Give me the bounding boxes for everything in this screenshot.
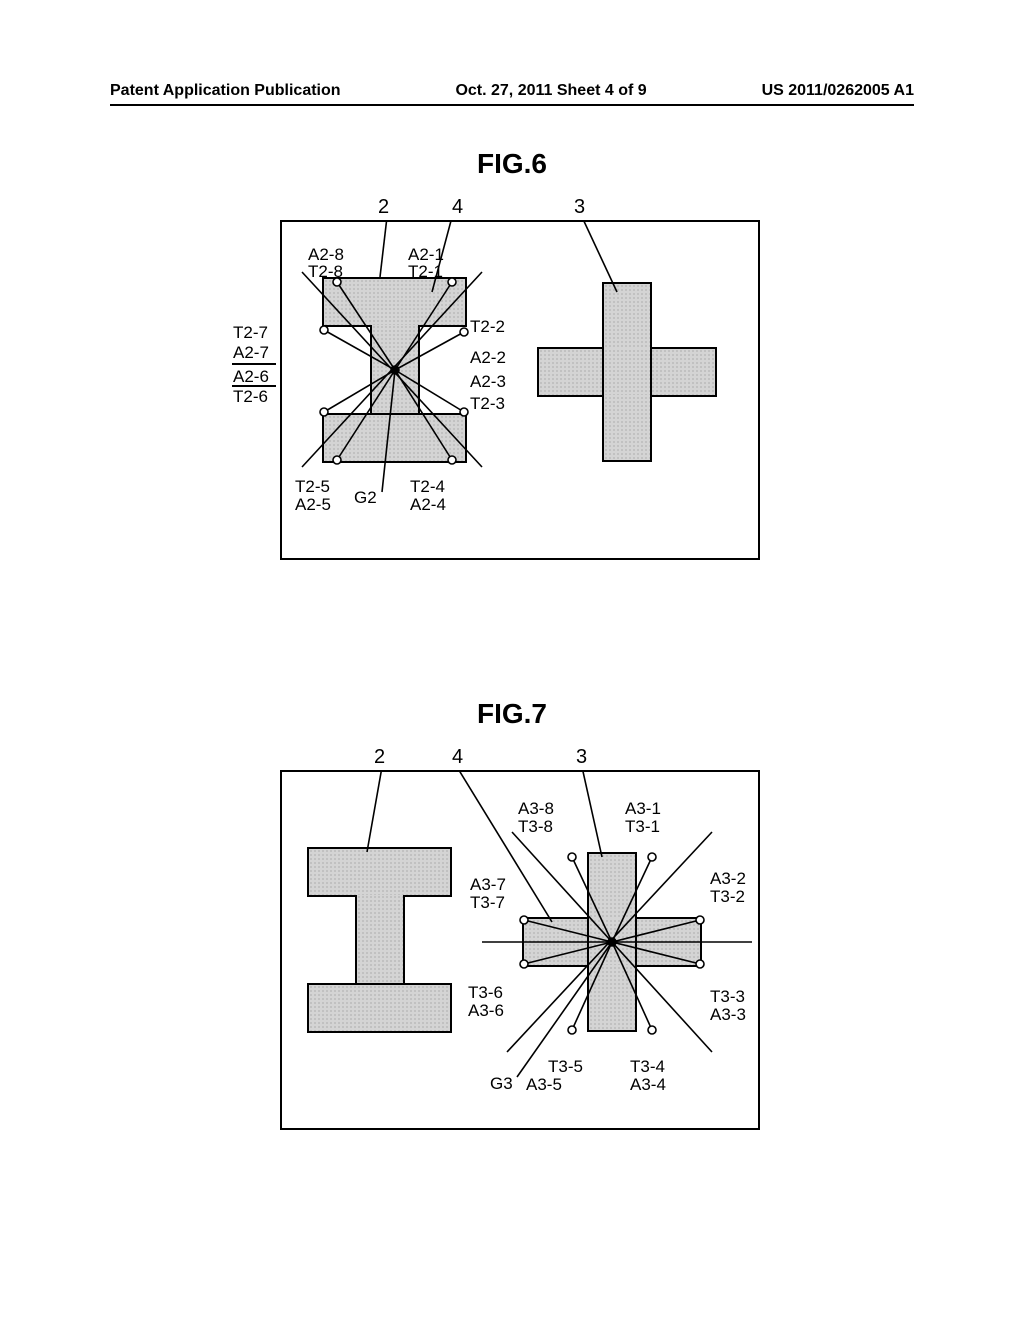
fig6-left-div1	[232, 363, 276, 365]
fig7-label-t31: T3-1	[625, 818, 660, 836]
fig6-label-t22: T2-2	[470, 318, 505, 336]
fig6-label-t24: T2-4	[410, 478, 445, 496]
fig7-i-shape-bottom	[307, 983, 452, 1033]
fig7-label-t33: T3-3	[710, 988, 745, 1006]
header-center: Oct. 27, 2011 Sheet 4 of 9	[455, 82, 646, 100]
page-header: Patent Application Publication Oct. 27, …	[0, 82, 1024, 100]
fig6-frame	[280, 220, 760, 560]
fig6-i-shape-top	[322, 277, 467, 327]
fig7-label-g3: G3	[490, 1075, 513, 1093]
fig7-plus-seam	[589, 919, 635, 965]
fig7-label-a37: A3-7	[470, 876, 506, 894]
header-right: US 2011/0262005 A1	[762, 82, 914, 100]
fig7-label-a38: A3-8	[518, 800, 554, 818]
header-rule	[110, 104, 914, 106]
fig6-callout-3: 3	[574, 196, 585, 219]
fig7-title: FIG.7	[477, 698, 547, 730]
fig6-label-g2: G2	[354, 489, 377, 507]
fig6-label-t21: T2-1	[408, 263, 443, 281]
fig6-label-t28: T2-8	[308, 263, 343, 281]
fig6-left-div2	[232, 385, 276, 387]
fig7-label-t36: T3-6	[468, 984, 503, 1002]
fig7-label-a31: A3-1	[625, 800, 661, 818]
fig7-i-shape-top	[307, 847, 452, 897]
fig7-label-t37: T3-7	[470, 894, 505, 912]
fig7-label-t32: T3-2	[710, 888, 745, 906]
fig7-callout-4: 4	[452, 746, 463, 769]
fig7-label-t38: T3-8	[518, 818, 553, 836]
fig6-title: FIG.6	[477, 148, 547, 180]
fig6-callout-4: 4	[452, 196, 463, 219]
fig6-label-a22: A2-2	[470, 349, 506, 367]
fig6-plus-seam	[604, 349, 650, 395]
fig7-label-t35: T3-5	[548, 1058, 583, 1076]
fig7-callout-2: 2	[374, 746, 385, 769]
fig7-label-a32: A3-2	[710, 870, 746, 888]
fig6-label-t25: T2-5	[295, 478, 330, 496]
fig7-label-a33: A3-3	[710, 1006, 746, 1024]
fig6-callout-2: 2	[378, 196, 389, 219]
fig6-label-a25: A2-5	[295, 496, 331, 514]
fig7-i-shape-stem	[355, 895, 405, 985]
fig6-label-t27: T2-7	[233, 324, 268, 342]
fig6-label-a26: A2-6	[233, 368, 269, 386]
fig6-label-t26: T2-6	[233, 388, 268, 406]
header-left: Patent Application Publication	[110, 82, 341, 100]
fig7-label-a36: A3-6	[468, 1002, 504, 1020]
fig6-label-a27: A2-7	[233, 344, 269, 362]
fig7-label-a34: A3-4	[630, 1076, 666, 1094]
fig6-i-shape-stem	[370, 325, 420, 415]
fig6-label-a23: A2-3	[470, 373, 506, 391]
fig6-label-a24: A2-4	[410, 496, 446, 514]
fig6-label-t23: T2-3	[470, 395, 505, 413]
fig6-i-shape-bottom	[322, 413, 467, 463]
fig7-label-a35: A3-5	[526, 1076, 562, 1094]
fig7-label-t34: T3-4	[630, 1058, 665, 1076]
fig7-callout-3: 3	[576, 746, 587, 769]
